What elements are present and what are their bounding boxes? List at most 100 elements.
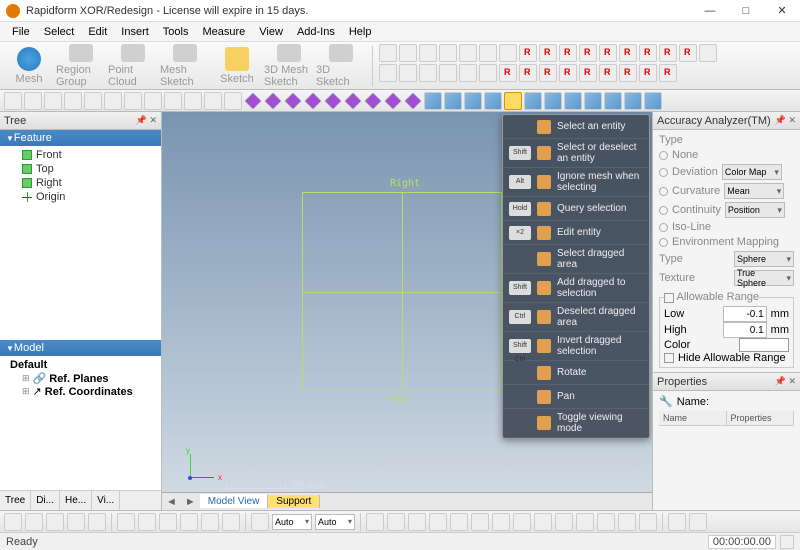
view-cube-icon[interactable] — [624, 92, 642, 110]
maximize-button[interactable]: □ — [728, 0, 764, 22]
ctx-select-deselect[interactable]: ShiftSelect or deselect an entity — [503, 139, 649, 168]
tool-r-icon[interactable] — [679, 44, 697, 62]
tab-help[interactable]: He... — [60, 491, 92, 510]
tool-icon[interactable] — [439, 64, 457, 82]
ribbon-region-group[interactable]: Region Group — [56, 44, 106, 88]
minimize-button[interactable]: — — [692, 0, 728, 22]
radio-deviation[interactable] — [659, 168, 668, 177]
model-ref-coordinates[interactable]: ↗Ref. Coordinates — [4, 385, 157, 398]
tool-icon[interactable] — [44, 92, 62, 110]
tool-icon[interactable] — [499, 44, 517, 62]
tool-r-icon[interactable] — [639, 64, 657, 82]
menu-measure[interactable]: Measure — [196, 24, 251, 40]
tool-icon[interactable] — [138, 513, 156, 531]
tool-icon[interactable] — [366, 513, 384, 531]
tool-icon[interactable] — [25, 513, 43, 531]
tool-icon[interactable] — [117, 513, 135, 531]
texture-combo[interactable]: True Sphere — [734, 270, 794, 286]
tool-r-icon[interactable] — [599, 44, 617, 62]
tool-icon[interactable] — [439, 44, 457, 62]
low-input[interactable] — [723, 306, 767, 322]
tool-icon[interactable] — [64, 92, 82, 110]
tool-r-icon[interactable] — [519, 64, 537, 82]
tool-icon[interactable] — [224, 92, 242, 110]
ctx-pan[interactable]: Pan — [503, 385, 649, 409]
3d-viewport[interactable]: Right To Fro y x 25 mm Select an entity … — [162, 112, 652, 510]
tool-r-icon[interactable] — [539, 44, 557, 62]
tool-r-icon[interactable] — [579, 64, 597, 82]
view-cube-icon[interactable] — [524, 92, 542, 110]
tool-r-icon[interactable] — [639, 44, 657, 62]
ctx-select-entity[interactable]: Select an entity — [503, 115, 649, 139]
diamond-icon[interactable] — [304, 92, 322, 110]
tool-r-icon[interactable] — [519, 44, 537, 62]
tool-icon[interactable] — [597, 513, 615, 531]
auto-combo-2[interactable]: Auto — [315, 514, 355, 530]
menu-file[interactable]: File — [6, 24, 36, 40]
tool-r-icon[interactable] — [559, 64, 577, 82]
ctx-deselect-dragged[interactable]: CtrlDeselect dragged area — [503, 303, 649, 332]
tab-display[interactable]: Di... — [31, 491, 60, 510]
tab-view[interactable]: Vi... — [92, 491, 120, 510]
menu-tools[interactable]: Tools — [157, 24, 195, 40]
radio-envmap[interactable] — [659, 238, 668, 247]
tool-icon[interactable] — [668, 513, 686, 531]
view-cube-icon[interactable] — [444, 92, 462, 110]
diamond-icon[interactable] — [404, 92, 422, 110]
ctx-invert-dragged[interactable]: Shift CtrlInvert dragged selection — [503, 332, 649, 361]
tool-r-icon[interactable] — [539, 64, 557, 82]
tool-icon[interactable] — [88, 513, 106, 531]
tool-icon[interactable] — [639, 513, 657, 531]
model-default[interactable]: Default — [4, 358, 157, 372]
tool-icon[interactable] — [84, 92, 102, 110]
tool-icon[interactable] — [555, 513, 573, 531]
view-cube-icon[interactable] — [604, 92, 622, 110]
diamond-icon[interactable] — [324, 92, 342, 110]
tool-icon[interactable] — [408, 513, 426, 531]
ribbon-3d-mesh-sketch[interactable]: 3D Mesh Sketch — [264, 44, 314, 88]
tool-icon[interactable] — [379, 44, 397, 62]
view-cube-icon[interactable] — [564, 92, 582, 110]
tab-model-view[interactable]: Model View — [200, 494, 269, 508]
tree-item-right[interactable]: Right — [4, 176, 157, 190]
curvature-combo[interactable]: Mean — [724, 183, 784, 199]
tab-nav-next[interactable]: ► — [181, 496, 200, 508]
pin-icon[interactable]: 📌 ✕ — [136, 115, 157, 126]
view-cube-icon[interactable] — [644, 92, 662, 110]
envmap-type-combo[interactable]: Sphere — [734, 251, 794, 267]
hide-range-check[interactable] — [664, 353, 674, 363]
diamond-icon[interactable] — [344, 92, 362, 110]
tool-icon[interactable] — [399, 64, 417, 82]
tool-icon[interactable] — [180, 513, 198, 531]
ctx-edit[interactable]: ×2Edit entity — [503, 221, 649, 245]
diamond-icon[interactable] — [264, 92, 282, 110]
radio-curvature[interactable] — [659, 187, 668, 196]
view-cube-icon[interactable] — [484, 92, 502, 110]
tool-icon[interactable] — [4, 92, 22, 110]
tool-icon[interactable] — [479, 44, 497, 62]
tool-icon[interactable] — [459, 64, 477, 82]
view-cube-icon[interactable] — [464, 92, 482, 110]
menu-help[interactable]: Help — [343, 24, 378, 40]
tool-icon[interactable] — [618, 513, 636, 531]
pin-icon[interactable]: 📌 ✕ — [775, 376, 796, 387]
tool-icon[interactable] — [471, 513, 489, 531]
deviation-combo[interactable]: Color Map — [722, 164, 782, 180]
radio-continuity[interactable] — [659, 206, 668, 215]
view-cube-icon[interactable] — [584, 92, 602, 110]
tool-icon[interactable] — [124, 92, 142, 110]
ctx-add-dragged[interactable]: ShiftAdd dragged to selection — [503, 274, 649, 303]
tool-icon[interactable] — [4, 513, 22, 531]
diamond-icon[interactable] — [244, 92, 262, 110]
tool-icon[interactable] — [251, 513, 269, 531]
tree-item-top[interactable]: Top — [4, 162, 157, 176]
tab-nav-prev[interactable]: ◄ — [162, 496, 181, 508]
tool-icon[interactable] — [450, 513, 468, 531]
diamond-icon[interactable] — [384, 92, 402, 110]
radio-isoline[interactable] — [659, 223, 668, 232]
tool-icon[interactable] — [201, 513, 219, 531]
diamond-icon[interactable] — [364, 92, 382, 110]
tool-icon[interactable] — [399, 44, 417, 62]
tool-icon[interactable] — [419, 64, 437, 82]
tool-icon[interactable] — [513, 513, 531, 531]
